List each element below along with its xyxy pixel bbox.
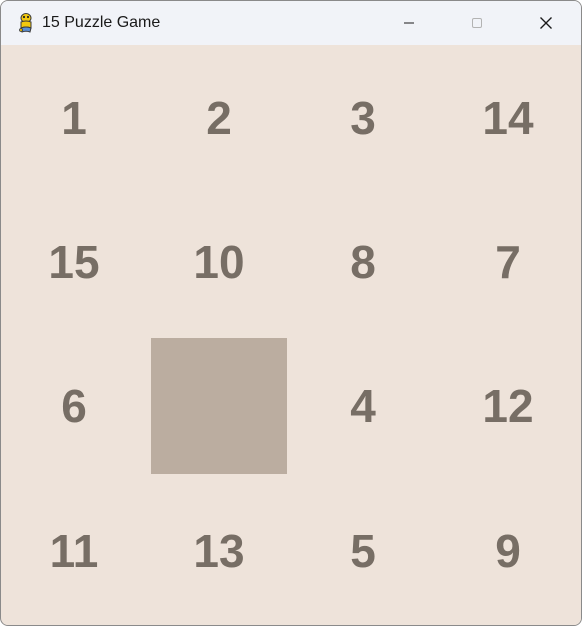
puzzle-tile[interactable]: 3	[295, 50, 431, 186]
puzzle-tile[interactable]: 12	[440, 338, 576, 474]
puzzle-board: 1 2 3 14 15 10 8 7 6 4 12 11 13 5 9	[3, 45, 581, 625]
puzzle-tile[interactable]: 10	[151, 194, 287, 330]
puzzle-tile[interactable]: 1	[6, 50, 142, 186]
puzzle-tile[interactable]: 13	[151, 483, 287, 619]
title-bar[interactable]: 15 Puzzle Game	[1, 1, 581, 45]
puzzle-tile[interactable]: 14	[440, 50, 576, 186]
close-button[interactable]	[523, 1, 569, 45]
close-icon	[540, 17, 552, 29]
maximize-icon	[472, 18, 482, 28]
puzzle-tile[interactable]: 15	[6, 194, 142, 330]
puzzle-tile[interactable]: 6	[6, 338, 142, 474]
puzzle-tile[interactable]: 5	[295, 483, 431, 619]
minimize-icon	[404, 22, 414, 24]
game-window: 15 Puzzle Game 1 2 3 14 15 10 8 7 6 4 12 11 13 5 9	[0, 0, 582, 626]
puzzle-tile[interactable]: 9	[440, 483, 576, 619]
pygame-snake-icon	[19, 13, 32, 33]
puzzle-tile[interactable]: 8	[295, 194, 431, 330]
puzzle-tile[interactable]: 2	[151, 50, 287, 186]
minimize-button[interactable]	[386, 1, 432, 45]
empty-tile[interactable]	[151, 338, 287, 474]
puzzle-tile[interactable]: 11	[6, 483, 142, 619]
maximize-button[interactable]	[454, 1, 500, 45]
window-title: 15 Puzzle Game	[42, 14, 161, 31]
puzzle-tile[interactable]: 4	[295, 338, 431, 474]
puzzle-tile[interactable]: 7	[440, 194, 576, 330]
